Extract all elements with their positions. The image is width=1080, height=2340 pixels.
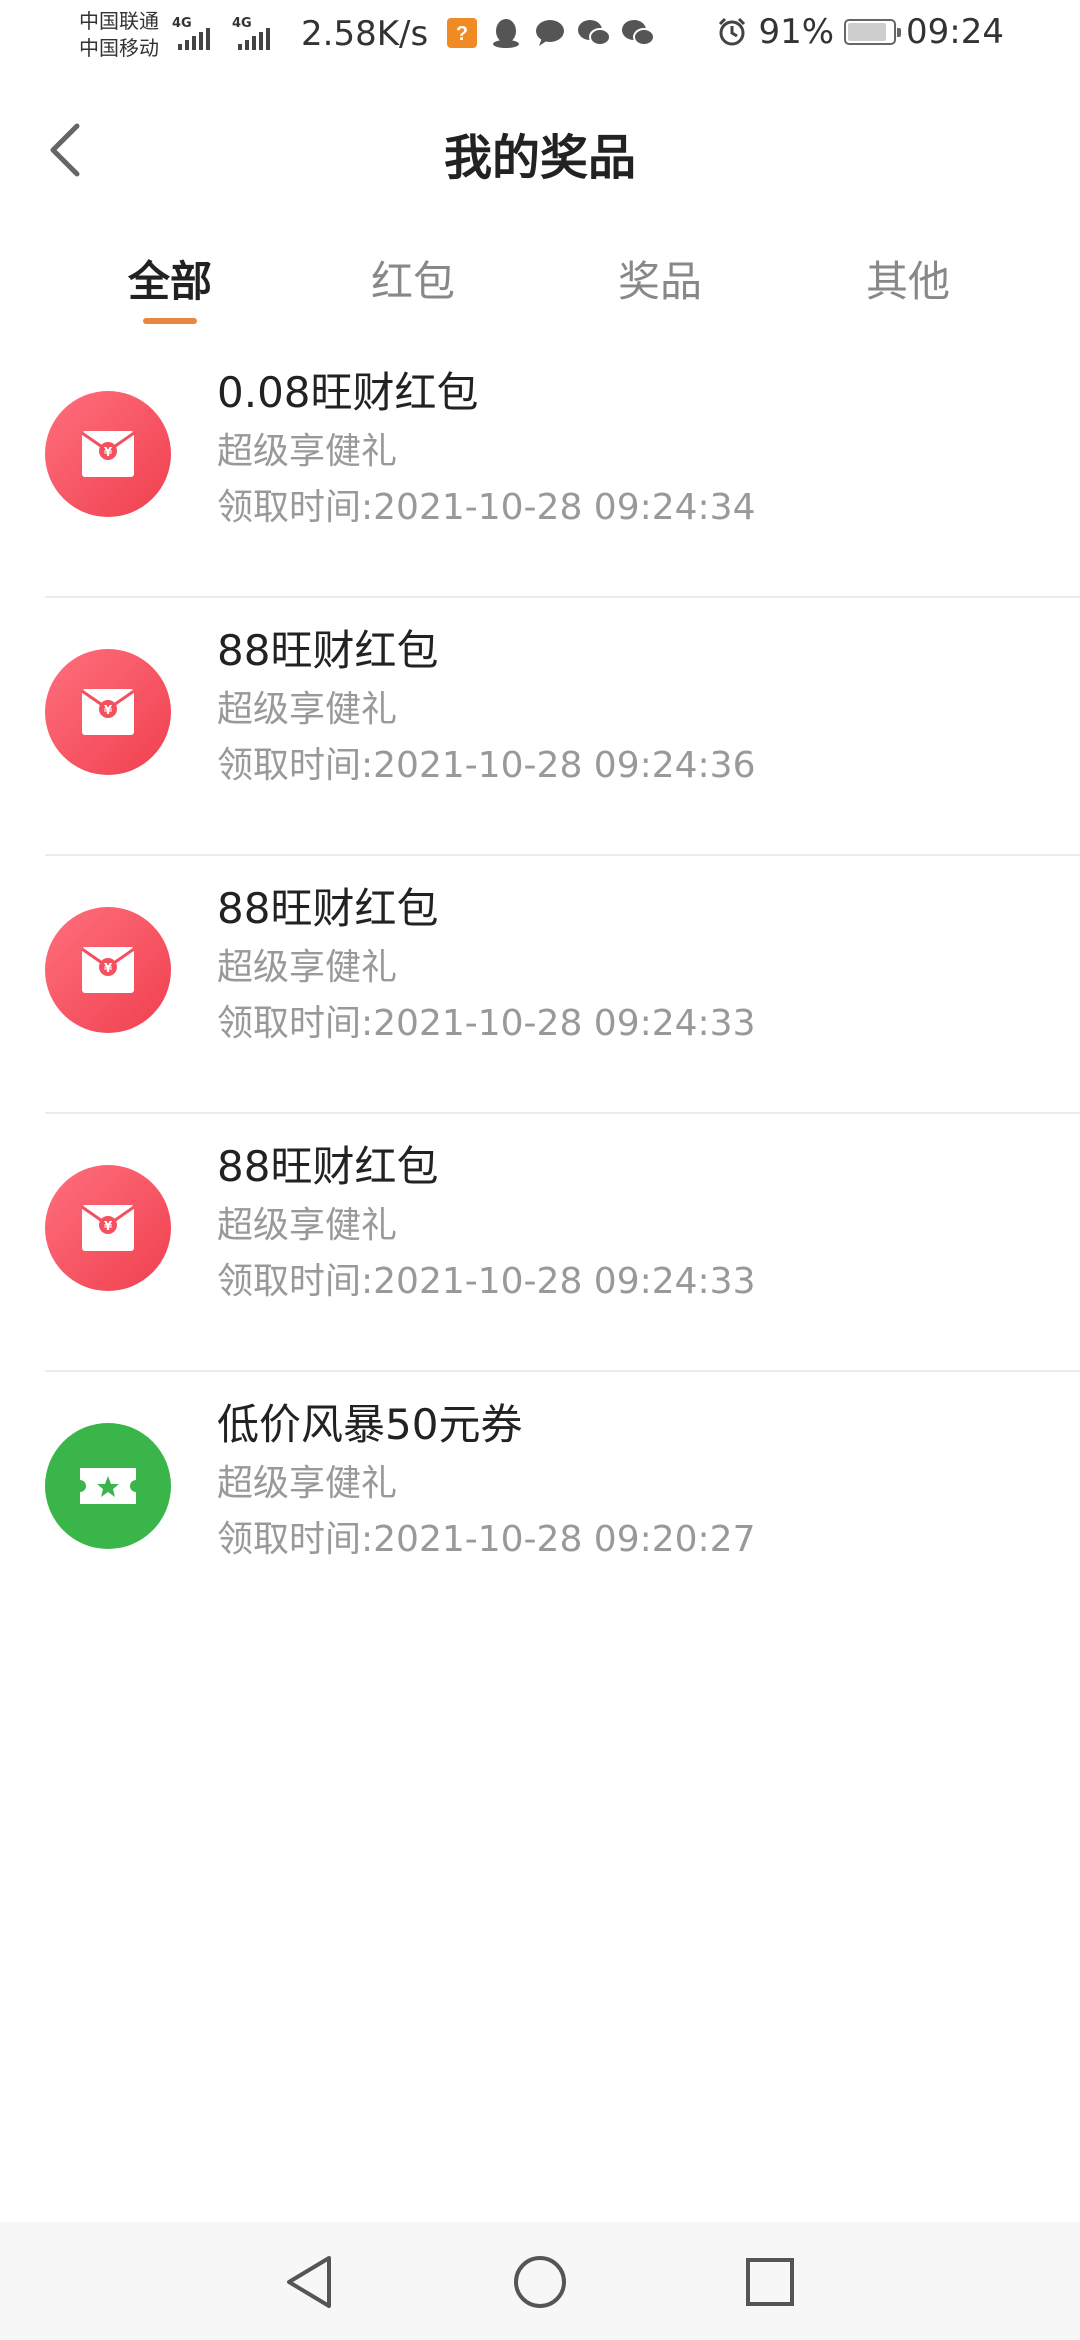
item-time: 领取时间:2021-10-28 09:24:36 xyxy=(217,745,756,786)
red-envelope-icon: ¥ xyxy=(45,1165,171,1291)
tab-label: 红包 xyxy=(370,257,455,306)
item-time: 领取时间:2021-10-28 09:24:33 xyxy=(217,1261,756,1302)
circle-home-icon xyxy=(514,2256,566,2308)
tab-label: 全部 xyxy=(127,257,212,306)
signal-1-icon: 4G xyxy=(172,16,222,50)
svg-text:¥: ¥ xyxy=(104,703,113,717)
item-time: 领取时间:2021-10-28 09:24:33 xyxy=(217,1003,756,1044)
item-subtitle: 超级享健礼 xyxy=(217,1463,398,1504)
battery-percent: 91% xyxy=(758,12,835,52)
list-item[interactable]: ¥ 0.08旺财红包 超级享健礼 领取时间:2021-10-28 09:24:3… xyxy=(0,340,1080,596)
item-time: 领取时间:2021-10-28 09:24:34 xyxy=(217,487,756,528)
wechat-icon-2 xyxy=(621,16,655,50)
prize-list: ¥ 0.08旺财红包 超级享健礼 领取时间:2021-10-28 09:24:3… xyxy=(0,340,1080,1628)
list-item[interactable]: ¥ 88旺财红包 超级享健礼 领取时间:2021-10-28 09:24:36 xyxy=(45,596,1080,854)
item-title: 88旺财红包 xyxy=(217,884,439,933)
tab-bar: 全部 红包 奖品 其他 xyxy=(0,240,1080,330)
item-subtitle: 超级享健礼 xyxy=(217,1205,398,1246)
nav-back-button[interactable] xyxy=(277,2250,341,2314)
item-subtitle: 超级享健礼 xyxy=(217,689,398,730)
square-recents-icon xyxy=(746,2258,794,2306)
tab-label: 其他 xyxy=(865,257,950,306)
red-envelope-icon: ¥ xyxy=(45,391,171,517)
list-item[interactable]: 低价风暴50元券 超级享健礼 领取时间:2021-10-28 09:20:27 xyxy=(45,1370,1080,1628)
page-header: 我的奖品 xyxy=(0,100,1080,200)
tab-other[interactable]: 其他 xyxy=(808,248,1008,309)
message-icon xyxy=(533,16,567,50)
item-time: 领取时间:2021-10-28 09:20:27 xyxy=(217,1519,756,1560)
carrier-2: 中国移动 xyxy=(79,36,159,60)
list-item[interactable]: ¥ 88旺财红包 超级享健礼 领取时间:2021-10-28 09:24:33 xyxy=(45,1112,1080,1370)
tab-label: 奖品 xyxy=(617,257,702,306)
page-title: 我的奖品 xyxy=(443,130,636,186)
tab-prizes[interactable]: 奖品 xyxy=(560,248,760,309)
signal-2-icon: 4G xyxy=(232,16,282,50)
clock: 09:24 xyxy=(906,12,1004,52)
svg-text:¥: ¥ xyxy=(104,445,113,459)
svg-text:¥: ¥ xyxy=(104,961,113,975)
wechat-icon xyxy=(577,16,611,50)
coupon-ticket-icon xyxy=(45,1423,171,1549)
tab-red-envelope[interactable]: 红包 xyxy=(313,248,513,309)
carrier-1: 中国联通 xyxy=(79,9,159,33)
notification-app-icon: ? xyxy=(445,16,479,50)
battery-icon xyxy=(844,19,902,45)
network-speed: 2.58K/s xyxy=(301,14,429,54)
notification-icons: ? xyxy=(445,16,655,50)
red-envelope-icon: ¥ xyxy=(45,907,171,1033)
status-bar: 中国联通 中国移动 4G 4G 2.58K/s ? 91% 09:24 xyxy=(0,0,1080,72)
alarm-icon xyxy=(719,17,746,46)
svg-text:?: ? xyxy=(456,23,468,45)
right-status: 91% 09:24 xyxy=(716,12,1004,52)
triangle-back-icon xyxy=(287,2256,331,2308)
list-item[interactable]: ¥ 88旺财红包 超级享健礼 领取时间:2021-10-28 09:24:33 xyxy=(45,854,1080,1112)
item-title: 低价风暴50元券 xyxy=(217,1400,523,1449)
tab-all[interactable]: 全部 xyxy=(70,248,270,324)
item-subtitle: 超级享健礼 xyxy=(217,947,398,988)
tab-active-indicator xyxy=(143,318,197,324)
svg-text:¥: ¥ xyxy=(104,1219,113,1233)
qq-icon xyxy=(489,16,523,50)
item-title: 0.08旺财红包 xyxy=(217,368,479,417)
item-subtitle: 超级享健礼 xyxy=(217,431,398,472)
system-nav-bar xyxy=(0,2222,1080,2340)
carrier-info: 中国联通 中国移动 xyxy=(79,8,171,62)
item-title: 88旺财红包 xyxy=(217,1142,439,1191)
red-envelope-icon: ¥ xyxy=(45,649,171,775)
item-title: 88旺财红包 xyxy=(217,626,439,675)
nav-home-button[interactable] xyxy=(508,2250,572,2314)
nav-recents-button[interactable] xyxy=(738,2250,802,2314)
